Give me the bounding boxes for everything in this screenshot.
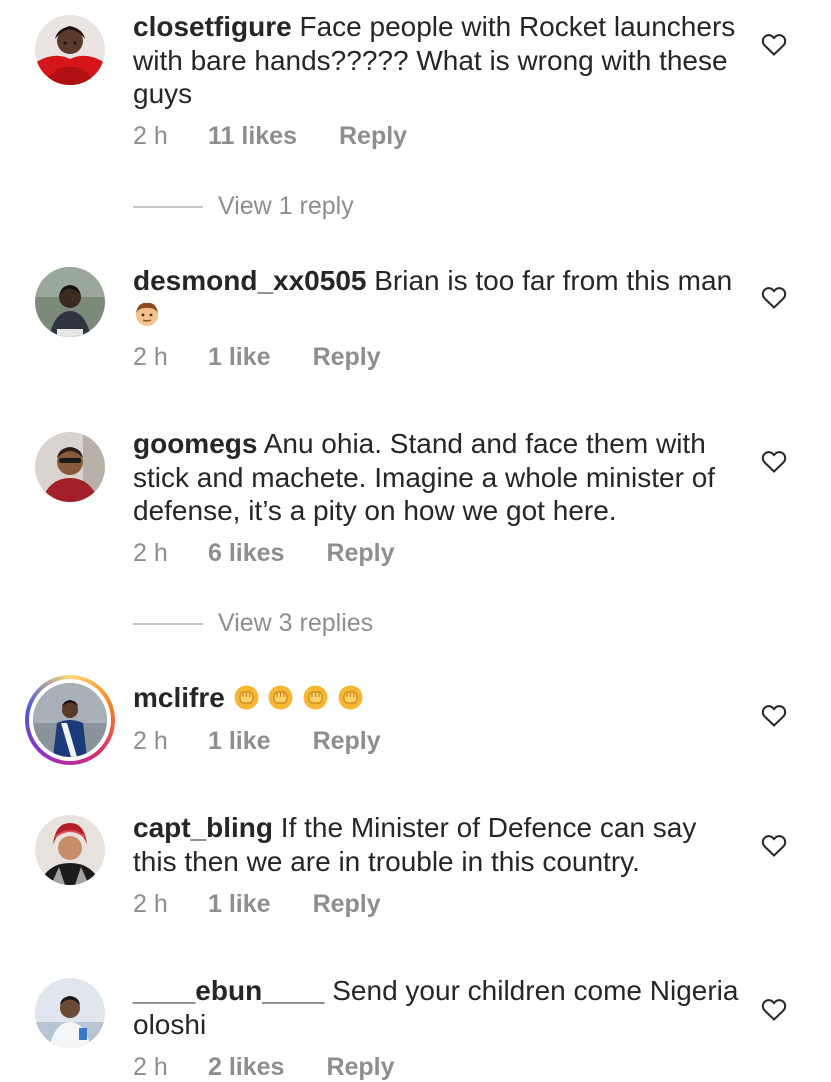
- likes-count[interactable]: 1 like: [208, 890, 271, 919]
- comment-text: mclifre: [133, 681, 743, 719]
- avatar-story-ring[interactable]: [25, 675, 115, 765]
- likes-count[interactable]: 1 like: [208, 343, 271, 372]
- timestamp: 2 h: [133, 727, 168, 755]
- username[interactable]: mclifre: [133, 682, 225, 713]
- comment-meta: 2 h 1 like Reply: [133, 890, 381, 919]
- reply-button[interactable]: Reply: [313, 727, 381, 756]
- comment-meta: 2 h 11 likes Reply: [133, 122, 407, 151]
- username[interactable]: goomegs: [133, 428, 257, 459]
- comment-text: ____ebun____ Send your children come Nig…: [133, 974, 743, 1041]
- heart-outline-icon[interactable]: [761, 33, 787, 57]
- likes-count[interactable]: 11 likes: [208, 122, 297, 151]
- username[interactable]: capt_bling: [133, 812, 273, 843]
- likes-count[interactable]: 1 like: [208, 727, 271, 756]
- timestamp: 2 h: [133, 890, 168, 918]
- comment-text: goomegs Anu ohia. Stand and face them wi…: [133, 427, 743, 528]
- raised-fist-emoji: [302, 684, 329, 719]
- raised-fist-emoji-row: [233, 682, 364, 713]
- comment-text: desmond_xx0505 Brian is too far from thi…: [133, 264, 743, 335]
- view-replies-link[interactable]: View 1 reply: [133, 192, 354, 221]
- likes-count[interactable]: 6 likes: [208, 539, 284, 568]
- comment-text: closetfigure Face people with Rocket lau…: [133, 10, 743, 111]
- boy-face-emoji: [133, 300, 161, 336]
- reply-button[interactable]: Reply: [326, 1053, 394, 1082]
- heart-outline-icon[interactable]: [761, 450, 787, 474]
- heart-outline-icon[interactable]: [761, 704, 787, 728]
- avatar-ring-gap: [29, 679, 111, 761]
- timestamp: 2 h: [133, 539, 168, 567]
- reply-button[interactable]: Reply: [313, 890, 381, 919]
- timestamp: 2 h: [133, 343, 168, 371]
- view-replies-link[interactable]: View 3 replies: [133, 609, 373, 638]
- heart-outline-icon[interactable]: [761, 286, 787, 310]
- likes-count[interactable]: 2 likes: [208, 1053, 284, 1082]
- comment-meta: 2 h 1 like Reply: [133, 727, 381, 756]
- avatar[interactable]: [35, 432, 105, 502]
- username[interactable]: closetfigure: [133, 11, 292, 42]
- avatar[interactable]: [35, 978, 105, 1048]
- comment-text: capt_bling If the Minister of Defence ca…: [133, 811, 743, 878]
- reply-button[interactable]: Reply: [313, 343, 381, 372]
- avatar[interactable]: [33, 683, 107, 757]
- heart-outline-icon[interactable]: [761, 834, 787, 858]
- avatar[interactable]: [35, 267, 105, 337]
- raised-fist-emoji: [233, 684, 260, 719]
- comment-body: Brian is too far from this man: [374, 265, 733, 296]
- timestamp: 2 h: [133, 122, 168, 150]
- comment-meta: 2 h 6 likes Reply: [133, 539, 395, 568]
- comment-meta: 2 h 2 likes Reply: [133, 1053, 395, 1082]
- username[interactable]: ____ebun____: [133, 975, 324, 1006]
- raised-fist-emoji: [337, 684, 364, 719]
- divider-line: [133, 623, 203, 626]
- comment-meta: 2 h 1 like Reply: [133, 343, 381, 372]
- avatar[interactable]: [35, 15, 105, 85]
- username[interactable]: desmond_xx0505: [133, 265, 366, 296]
- avatar[interactable]: [35, 815, 105, 885]
- timestamp: 2 h: [133, 1053, 168, 1081]
- view-replies-label[interactable]: View 1 reply: [218, 192, 354, 220]
- reply-button[interactable]: Reply: [339, 122, 407, 151]
- raised-fist-emoji: [267, 684, 294, 719]
- divider-line: [133, 206, 203, 209]
- reply-button[interactable]: Reply: [326, 539, 394, 568]
- view-replies-label[interactable]: View 3 replies: [218, 609, 373, 637]
- heart-outline-icon[interactable]: [761, 998, 787, 1022]
